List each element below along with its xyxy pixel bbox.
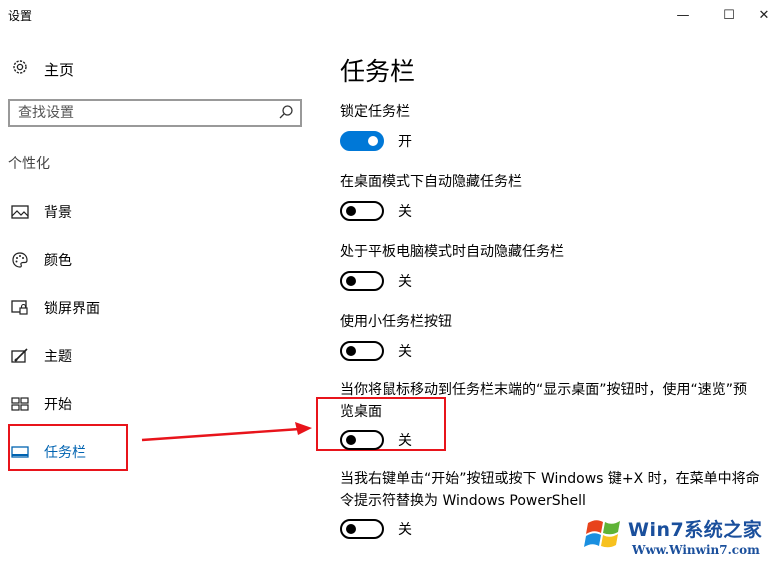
search-input[interactable] (18, 103, 268, 123)
toggle-autohide-desktop[interactable] (340, 201, 384, 221)
toggle-knob (368, 136, 378, 146)
toggle-row-powershell: 关 (340, 518, 412, 540)
setting-label-small-buttons: 使用小任务栏按钮 (340, 314, 452, 330)
watermark-url: Www.Winwin7.com (632, 543, 760, 557)
palette-icon (10, 250, 30, 270)
sidebar-item-lock-screen[interactable]: 锁屏界面 (10, 296, 100, 320)
toggle-powershell[interactable] (340, 519, 384, 539)
window-title: 设置 (8, 9, 33, 23)
title-bar: 设置 — ☐ ✕ (0, 0, 778, 30)
annotation-highlight-taskbar (8, 424, 128, 471)
close-icon: ✕ (758, 7, 770, 23)
sidebar-item-colors[interactable]: 颜色 (10, 248, 72, 272)
setting-label-peek: 当你将鼠标移动到任务栏末端的“显示桌面”按钮时，使用“速览”预览桌面 (340, 382, 748, 420)
sidebar-item-start[interactable]: 开始 (10, 392, 72, 416)
watermark: Win7系统之家 Www.Winwin7.com (580, 511, 778, 564)
sidebar-item-label: 开始 (44, 397, 72, 413)
toggle-row-autohide-tablet: 关 (340, 270, 412, 292)
toggle-row-peek: 关 (340, 429, 412, 451)
toggle-knob (346, 524, 356, 534)
annotation-arrow (141, 422, 312, 442)
windows-logo-icon (584, 520, 620, 548)
nav-home[interactable]: 主页 (10, 57, 74, 81)
toggle-state-label: 关 (398, 204, 412, 220)
minimize-button[interactable]: — (660, 0, 706, 30)
sidebar-item-label: 颜色 (44, 253, 72, 269)
theme-icon (10, 346, 30, 366)
watermark-title: Win7系统之家 (628, 519, 763, 541)
toggle-knob (346, 206, 356, 216)
page-title: 任务栏 (340, 57, 416, 86)
setting-label-autohide-desktop: 在桌面模式下自动隐藏任务栏 (340, 174, 522, 190)
sidebar-item-label: 背景 (44, 205, 72, 221)
toggle-knob (346, 276, 356, 286)
toggle-knob (346, 346, 356, 356)
toggle-state-label: 关 (398, 522, 412, 538)
toggle-row-autohide-desktop: 关 (340, 200, 412, 222)
toggle-peek[interactable] (340, 430, 384, 450)
sidebar-item-themes[interactable]: 主题 (10, 344, 72, 368)
search-icon[interactable] (278, 104, 294, 120)
section-label-personalization: 个性化 (8, 156, 50, 172)
toggle-state-label: 开 (398, 134, 412, 150)
toggle-autohide-tablet[interactable] (340, 271, 384, 291)
setting-label-powershell: 当我右键单击“开始”按钮或按下 Windows 键+X 时，在菜单中将命令提示符… (340, 471, 760, 509)
toggle-state-label: 关 (398, 274, 412, 290)
nav-home-label: 主页 (44, 60, 75, 79)
setting-label-lock-taskbar: 锁定任务栏 (340, 104, 410, 120)
maximize-button[interactable]: ☐ (706, 0, 752, 30)
toggle-lock-taskbar[interactable] (340, 131, 384, 151)
sidebar-item-background[interactable]: 背景 (10, 200, 72, 224)
maximize-icon: ☐ (723, 7, 735, 23)
sidebar-item-label: 主题 (44, 349, 72, 365)
toggle-knob (346, 435, 356, 445)
setting-label-autohide-tablet: 处于平板电脑模式时自动隐藏任务栏 (340, 244, 564, 260)
gear-icon (10, 58, 30, 80)
toggle-row-small-buttons: 关 (340, 340, 412, 362)
toggle-state-label: 关 (398, 344, 412, 360)
toggle-state-label: 关 (398, 433, 412, 449)
close-button[interactable]: ✕ (750, 0, 778, 30)
toggle-small-buttons[interactable] (340, 341, 384, 361)
search-box[interactable] (8, 99, 302, 127)
minimize-icon: — (676, 7, 690, 23)
sidebar-item-label: 锁屏界面 (44, 301, 100, 317)
picture-icon (10, 202, 30, 222)
toggle-row-lock-taskbar: 开 (340, 130, 412, 152)
lock-screen-icon (10, 298, 30, 318)
start-icon (10, 394, 30, 414)
